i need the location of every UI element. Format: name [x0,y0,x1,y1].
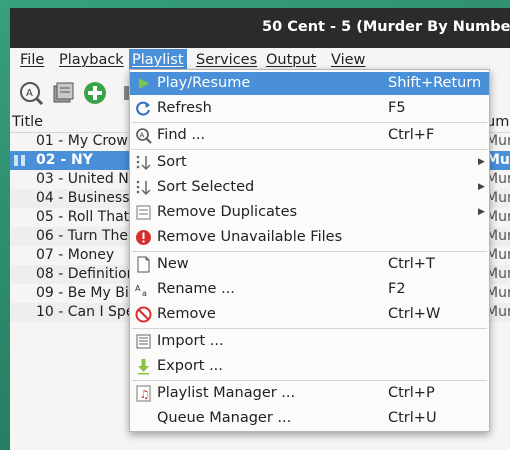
menu-item-shortcut: F5 [388,100,406,116]
menu-separator [132,380,487,381]
artist-search-icon[interactable]: A [18,80,44,106]
svg-text:A: A [140,132,145,140]
playlist-manager-icon: ♫ [136,385,151,402]
menu-item-shortcut: Ctrl+P [388,385,435,401]
svg-text:A: A [135,284,141,293]
refresh-icon [136,101,150,116]
menu-item-label: Find ... [157,127,206,143]
menu-item-refresh[interactable]: Refresh F5 [130,97,489,120]
remove-duplicates-icon [136,205,151,220]
menu-item-label: Import ... [157,333,224,349]
menu-item-label: Sort Selected [157,179,255,195]
menu-item-shortcut: Ctrl+T [388,256,435,272]
menu-item-label: Queue Manager ... [157,410,292,426]
track-title: 08 - Definition [36,266,136,282]
menu-separator [132,149,487,150]
submenu-arrow-icon: ▶ [478,182,485,192]
menu-item-label: Refresh [157,100,212,116]
library-icon[interactable] [50,80,76,106]
menu-services[interactable]: Services [193,49,260,71]
menu-item-sort[interactable]: Sort ▶ [130,151,489,174]
menu-item-export[interactable]: Export ... [130,355,489,378]
menu-item-remove-unavailable[interactable]: Remove Unavailable Files [130,226,489,249]
menu-item-play-resume[interactable]: Play/Resume Shift+Return [130,72,489,95]
menu-item-shortcut: Ctrl+U [388,410,437,426]
menu-item-import[interactable]: Import ... [130,330,489,353]
now-playing-icon [14,155,26,166]
track-title: 02 - NY [36,152,93,168]
menu-item-label: Remove Unavailable Files [157,229,343,245]
menu-item-label: Play/Resume [157,75,251,91]
menu-separator [132,122,487,123]
menu-item-label: Sort [157,154,187,170]
menu-item-label: Remove Duplicates [157,204,298,220]
column-title[interactable]: Title [12,114,43,130]
menu-item-remove-duplicates[interactable]: Remove Duplicates ▶ [130,201,489,224]
track-title: 10 - Can I Spea [36,304,143,320]
menu-output[interactable]: Output [263,49,319,71]
rename-icon: Aa [135,284,147,298]
submenu-arrow-icon: ▶ [478,157,485,167]
track-title: 07 - Money [36,247,115,263]
menu-playlist[interactable]: Playlist [129,49,187,71]
track-title: 01 - My Crown [36,133,137,149]
svg-text:♫: ♫ [140,388,150,401]
import-icon [136,334,151,349]
menu-item-label: Export ... [157,358,223,374]
menu-item-shortcut: F2 [388,281,406,297]
menu-item-rename[interactable]: Aa Rename ... F2 [130,278,489,301]
menu-item-shortcut: Ctrl+W [388,306,441,322]
add-icon[interactable] [82,80,108,106]
menu-item-queue-manager[interactable]: Queue Manager ... Ctrl+U [130,407,489,430]
menu-item-label: Rename ... [157,281,235,297]
menu-item-find[interactable]: A Find ... Ctrl+F [130,124,489,147]
menu-file[interactable]: File [17,49,47,71]
menu-view[interactable]: View [328,49,368,71]
menu-separator [132,251,487,252]
window-title: 50 Cent - 5 (Murder By Numbers) - C [262,19,510,35]
sort-icon [136,155,151,171]
play-icon [139,78,149,89]
title-bar[interactable]: 50 Cent - 5 (Murder By Numbers) - C [10,8,510,48]
remove-icon [135,306,152,323]
menu-item-shortcut: Ctrl+F [388,127,435,143]
menu-item-remove[interactable]: Remove Ctrl+W [130,303,489,326]
menu-item-sort-selected[interactable]: Sort Selected ▶ [130,176,489,199]
new-document-icon [137,256,150,273]
menu-item-label: Remove [157,306,216,322]
menu-item-shortcut: Shift+Return [388,75,482,91]
menu-separator [132,328,487,329]
menu-item-playlist-manager[interactable]: ♫ Playlist Manager ... Ctrl+P [130,382,489,405]
export-icon [138,359,149,375]
menu-item-label: Playlist Manager ... [157,385,296,401]
track-title: 03 - United Na [36,171,138,187]
menu-playback[interactable]: Playback [56,49,127,71]
submenu-arrow-icon: ▶ [478,207,485,217]
sort-selected-icon [136,180,151,196]
track-title: 05 - Roll That S [36,209,143,225]
menu-item-new[interactable]: New Ctrl+T [130,253,489,276]
svg-text:a: a [142,289,147,298]
find-icon: A [136,128,152,144]
svg-text:A: A [26,88,33,99]
menu-item-label: New [157,256,189,272]
track-title: 09 - Be My Bit [36,285,135,301]
playlist-menu: Play/Resume Shift+Return Refresh F5 A Fi… [129,69,490,432]
error-icon [136,230,151,245]
